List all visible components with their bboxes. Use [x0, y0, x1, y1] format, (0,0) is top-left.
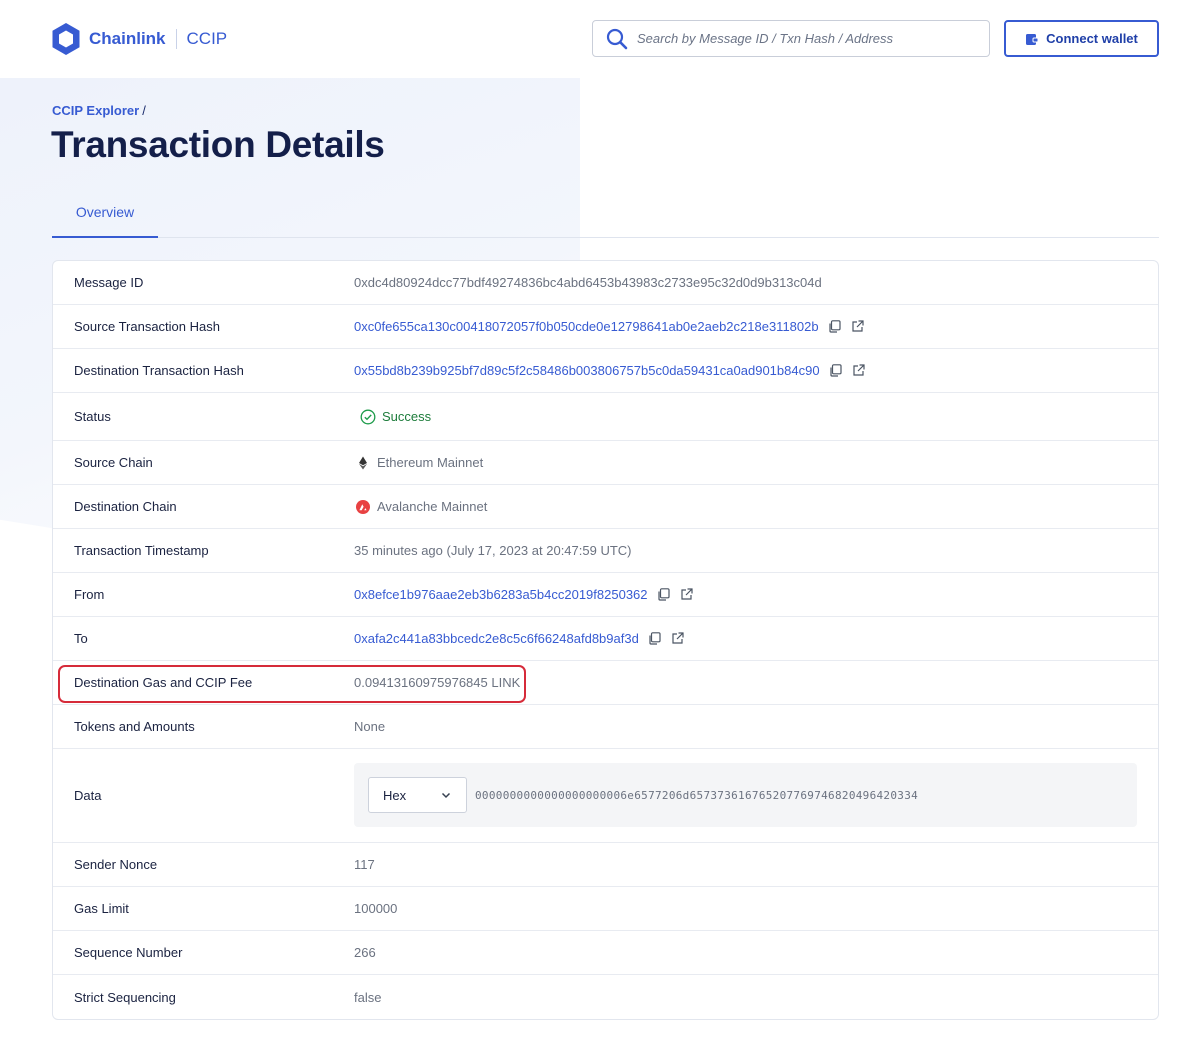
- external-link-icon[interactable]: [680, 588, 693, 601]
- gas-limit-value: 100000: [354, 901, 398, 916]
- dest-chain-label: Destination Chain: [74, 499, 177, 514]
- top-header: Chainlink CCIP Connect wallet: [0, 0, 1200, 78]
- product-name: CCIP: [186, 29, 228, 48]
- connect-wallet-button[interactable]: Connect wallet: [1004, 20, 1159, 57]
- dest-tx-hash-value-group: 0x55bd8b239b925bf7d89c5f2c58486b00380675…: [354, 363, 865, 378]
- row-fee: Destination Gas and CCIP Fee 0.094131609…: [53, 661, 1158, 705]
- tokens-label: Tokens and Amounts: [74, 719, 195, 734]
- wallet-icon: [1026, 33, 1039, 45]
- to-label: To: [74, 631, 88, 646]
- source-tx-hash-value-group: 0xc0fe655ca130c00418072057f0b050cde0e127…: [354, 319, 864, 334]
- search-icon: [606, 28, 628, 49]
- data-format-value: Hex: [383, 787, 407, 803]
- source-tx-hash-label: Source Transaction Hash: [74, 319, 220, 334]
- row-tokens: Tokens and Amounts None: [53, 705, 1158, 749]
- page-title: Transaction Details: [51, 124, 385, 165]
- timestamp-value: 35 minutes ago (July 17, 2023 at 20:47:5…: [354, 543, 632, 558]
- data-format-select[interactable]: Hex: [368, 777, 467, 813]
- breadcrumb-ccip-explorer[interactable]: CCIP Explorer: [52, 103, 139, 118]
- source-chain-label: Source Chain: [74, 455, 153, 470]
- message-id-value: 0xdc4d80924dcc77bdf49274836bc4abd6453b43…: [354, 275, 822, 290]
- from-label: From: [74, 587, 105, 602]
- sequence-number-value: 266: [354, 945, 376, 960]
- from-value-group: 0x8efce1b976aae2eb3b6283a5b4cc2019f82503…: [354, 587, 693, 602]
- ethereum-icon: [359, 456, 367, 469]
- strict-sequencing-value: false: [354, 989, 382, 1005]
- row-gas-limit: Gas Limit 100000: [53, 887, 1158, 931]
- copy-icon[interactable]: [648, 632, 661, 645]
- strict-sequencing-label: Strict Sequencing: [74, 989, 176, 1005]
- row-dest-chain: Destination Chain Avalanche Mainnet: [53, 485, 1158, 529]
- gas-limit-label: Gas Limit: [74, 901, 129, 916]
- row-timestamp: Transaction Timestamp 35 minutes ago (Ju…: [53, 529, 1158, 573]
- sequence-number-label: Sequence Number: [74, 945, 183, 960]
- transaction-details-table: Message ID 0xdc4d80924dcc77bdf49274836bc…: [52, 260, 1159, 1020]
- connect-wallet-label: Connect wallet: [1046, 31, 1138, 46]
- tab-bar: Overview: [52, 195, 1159, 238]
- source-chain-value: Ethereum Mainnet: [377, 455, 484, 470]
- row-source-chain: Source Chain Ethereum Mainnet: [53, 441, 1158, 485]
- chevron-down-icon: [441, 792, 451, 799]
- tab-overview[interactable]: Overview: [52, 195, 158, 238]
- chainlink-hexagon-icon: [52, 23, 80, 55]
- row-sender-nonce: Sender Nonce 117: [53, 843, 1158, 887]
- row-status: Status Success: [53, 393, 1158, 441]
- dest-chain-value: Avalanche Mainnet: [377, 499, 488, 514]
- status-badge: Success: [382, 409, 432, 424]
- sender-nonce-label: Sender Nonce: [74, 857, 158, 872]
- status-value-group: Success: [354, 409, 431, 425]
- source-tx-hash-link[interactable]: 0xc0fe655ca130c00418072057f0b050cde0e127…: [354, 319, 819, 334]
- success-check-icon: [360, 409, 376, 424]
- row-to: To 0xafa2c441a83bbcedc2e8c5c6f66248afd8b…: [53, 617, 1158, 661]
- tokens-value: None: [354, 719, 386, 734]
- breadcrumb-separator: /: [142, 103, 146, 118]
- dest-tx-hash-link[interactable]: 0x55bd8b239b925bf7d89c5f2c58486b00380675…: [354, 363, 820, 378]
- data-label: Data: [74, 788, 102, 803]
- row-sequence-number: Sequence Number 266: [53, 931, 1158, 975]
- sender-nonce-value: 117: [354, 857, 375, 872]
- row-dest-tx-hash: Destination Transaction Hash 0x55bd8b239…: [53, 349, 1158, 393]
- copy-icon[interactable]: [657, 588, 670, 601]
- external-link-icon[interactable]: [671, 632, 684, 645]
- external-link-icon[interactable]: [852, 364, 865, 377]
- breadcrumb: CCIP Explorer /: [52, 103, 146, 118]
- row-message-id: Message ID 0xdc4d80924dcc77bdf49274836bc…: [53, 261, 1158, 305]
- fee-label: Destination Gas and CCIP Fee: [74, 675, 253, 690]
- chainlink-logo[interactable]: Chainlink CCIP: [51, 22, 227, 56]
- dest-tx-hash-label: Destination Transaction Hash: [74, 363, 244, 378]
- search-input[interactable]: [637, 31, 977, 46]
- brand-name: Chainlink: [89, 29, 166, 48]
- copy-icon[interactable]: [828, 320, 841, 333]
- from-address-link[interactable]: 0x8efce1b976aae2eb3b6283a5b4cc2019f82503…: [354, 587, 648, 602]
- search-box[interactable]: [592, 20, 990, 57]
- external-link-icon[interactable]: [851, 320, 864, 333]
- avalanche-icon: [356, 499, 370, 514]
- row-strict-sequencing: Strict Sequencing false: [53, 975, 1158, 1019]
- row-data: Data Hex 0000000000000000000006e6577206d…: [53, 749, 1158, 843]
- fee-value: 0.09413160975976845 LINK: [354, 675, 521, 690]
- dest-chain-value-group: Avalanche Mainnet: [354, 499, 487, 514]
- to-value-group: 0xafa2c441a83bbcedc2e8c5c6f66248afd8b9af…: [354, 631, 684, 646]
- source-chain-value-group: Ethereum Mainnet: [354, 455, 483, 470]
- row-from: From 0x8efce1b976aae2eb3b6283a5b4cc2019f…: [53, 573, 1158, 617]
- timestamp-label: Transaction Timestamp: [74, 543, 209, 558]
- status-label: Status: [74, 409, 111, 424]
- data-hex-value: 0000000000000000000006e6577206d657373616…: [475, 788, 919, 802]
- data-panel: Hex 0000000000000000000006e6577206d65737…: [354, 763, 1137, 827]
- message-id-label: Message ID: [74, 275, 144, 290]
- logo-divider: [175, 29, 177, 49]
- to-address-link[interactable]: 0xafa2c441a83bbcedc2e8c5c6f66248afd8b9af…: [354, 631, 639, 646]
- copy-icon[interactable]: [829, 364, 842, 377]
- row-source-tx-hash: Source Transaction Hash 0xc0fe655ca130c0…: [53, 305, 1158, 349]
